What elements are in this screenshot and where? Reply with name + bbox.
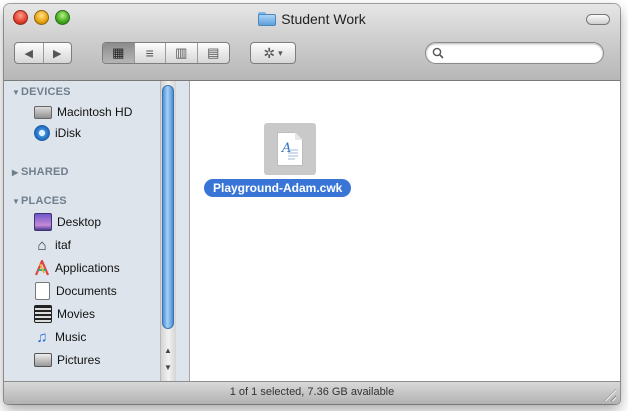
file-name-label[interactable]: Playground-Adam.cwk (204, 179, 352, 197)
column-view-button[interactable]: ▥ (166, 43, 198, 63)
toolbar-toggle-button[interactable] (586, 14, 610, 25)
movies-icon (34, 305, 52, 323)
sidebar-item-macintosh-hd[interactable]: Macintosh HD (34, 102, 132, 122)
disclosure-open-icon: ▼ (12, 197, 21, 206)
sidebar-item-movies[interactable]: Movies (34, 304, 95, 324)
search-input[interactable] (446, 45, 600, 63)
home-icon: ⌂ (37, 236, 47, 254)
file-icon-selection[interactable]: A (264, 123, 316, 175)
cover-flow-icon: ▤ (207, 45, 220, 60)
arrow-up-icon: ▲ (164, 346, 172, 355)
search-icon (432, 47, 444, 59)
sidebar-section-shared[interactable]: ▶ SHARED (12, 166, 69, 178)
icon-view-button[interactable]: ▦ (103, 43, 135, 63)
search-field[interactable] (425, 42, 604, 64)
view-mode-buttons: ▦ ≡ ▥ ▤ (102, 42, 230, 64)
sidebar-item-applications[interactable]: Applications (34, 258, 120, 278)
scroll-down-button[interactable]: ▼ (160, 359, 176, 376)
resize-grip[interactable] (604, 389, 616, 401)
back-arrow-icon: ◀ (24, 47, 33, 60)
applications-icon (34, 260, 50, 276)
gear-icon: ✲ (263, 44, 276, 61)
sidebar-item-music[interactable]: ♫ Music (34, 327, 86, 347)
idisk-icon (34, 125, 50, 141)
sidebar: ▼DEVICES Macintosh HD iDisk ▶ SHARED ▼PLA… (4, 81, 190, 382)
action-menu-button[interactable]: ✲ ▾ (250, 42, 296, 64)
hard-drive-icon (34, 105, 52, 119)
list-view-button[interactable]: ≡ (135, 43, 166, 63)
disclosure-open-icon: ▼ (12, 88, 21, 97)
icon-view-icon: ▦ (112, 45, 125, 60)
forward-arrow-icon: ▶ (53, 47, 62, 60)
sidebar-item-desktop[interactable]: Desktop (34, 212, 101, 232)
scroll-up-button[interactable]: ▲ (160, 342, 176, 359)
sidebar-item-documents[interactable]: Documents (34, 281, 117, 301)
folder-icon (258, 12, 277, 26)
status-text: 1 of 1 selected, 7.36 GB available (229, 386, 395, 398)
music-icon: ♫ (36, 328, 48, 346)
window-title-area: Student Work (4, 10, 620, 28)
sidebar-item-idisk[interactable]: iDisk (34, 123, 81, 143)
appleworks-document-icon: A (277, 132, 303, 166)
file-browser-content: A Playground-Adam.cwk (190, 81, 620, 382)
list-view-icon: ≡ (145, 45, 154, 61)
chevron-down-icon: ▾ (278, 47, 283, 58)
arrow-down-icon: ▼ (164, 363, 172, 372)
documents-icon (35, 282, 50, 300)
finder-window: Student Work ◀ ▶ ▦ ≡ ▥ ▤ ✲ ▾ ▼DEVICES Ma… (4, 4, 620, 404)
sidebar-section-devices[interactable]: ▼DEVICES (12, 86, 71, 98)
title-bar: Student Work ◀ ▶ ▦ ≡ ▥ ▤ ✲ ▾ (4, 4, 620, 81)
forward-button[interactable]: ▶ (44, 43, 72, 63)
desktop-icon (34, 213, 52, 231)
status-bar: 1 of 1 selected, 7.36 GB available (4, 381, 620, 404)
sidebar-item-home[interactable]: ⌂ itaf (34, 235, 71, 255)
sidebar-section-places[interactable]: ▼PLACES (12, 195, 67, 207)
cover-flow-button[interactable]: ▤ (198, 43, 229, 63)
column-view-icon: ▥ (175, 45, 188, 60)
scroll-arrows: ▲ ▼ (160, 342, 176, 380)
sidebar-item-pictures[interactable]: Pictures (34, 350, 100, 370)
pictures-icon (34, 353, 52, 367)
navigation-buttons: ◀ ▶ (14, 42, 72, 64)
window-title: Student Work (281, 11, 366, 27)
back-button[interactable]: ◀ (15, 43, 44, 63)
disclosure-closed-icon: ▶ (12, 168, 19, 177)
sidebar-scrollbar-thumb[interactable] (162, 85, 174, 329)
